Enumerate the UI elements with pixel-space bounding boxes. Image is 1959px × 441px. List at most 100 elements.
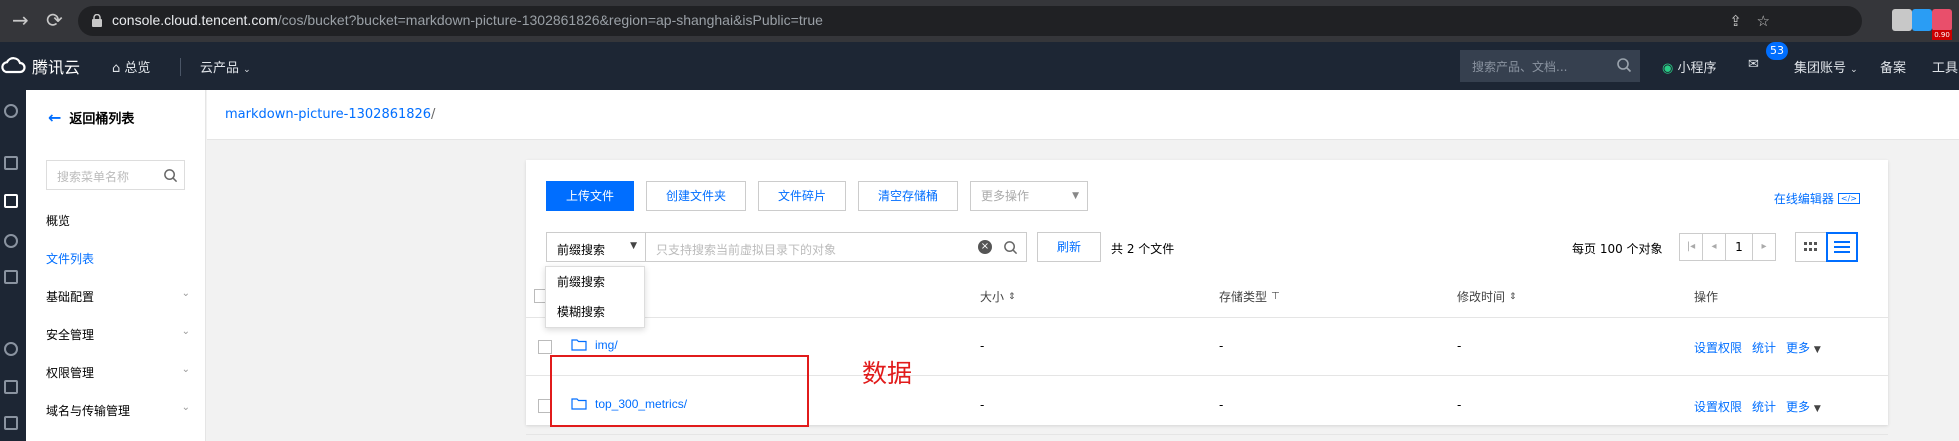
stats-link[interactable]: 统计 [1752, 398, 1776, 415]
globe-icon[interactable] [4, 234, 18, 248]
bookmark-star-icon[interactable]: ☆ [1757, 12, 1770, 30]
next-page-icon[interactable]: ▸ [1752, 233, 1776, 261]
filing-link[interactable]: 备案 [1880, 57, 1906, 76]
chevron-down-icon: ⌄ [181, 288, 190, 299]
tools-link[interactable]: 工具 [1932, 57, 1958, 76]
caret-down-icon: ▼ [1072, 191, 1079, 201]
file-count: 共 2 个文件 [1111, 242, 1175, 256]
settings-icon[interactable] [4, 416, 18, 430]
refresh-button[interactable]: 刷新 [1037, 232, 1101, 262]
product-icon[interactable] [4, 104, 18, 118]
share-icon[interactable]: ⇪ [1729, 12, 1742, 30]
reload-icon[interactable]: ⟳ [46, 10, 63, 30]
sidebar-item-security[interactable]: 安全管理 ⌄ [46, 326, 190, 343]
forward-arrow-icon[interactable]: → [12, 10, 29, 30]
search-mode-dropdown: 前缀搜索 模糊搜索 [545, 266, 645, 328]
folder-name: img/ [595, 338, 618, 352]
logo-text: 腾讯云 [32, 58, 81, 77]
back-to-bucket-list[interactable]: ← 返回桶列表 [48, 108, 134, 127]
home-icon: ⌂ [112, 61, 125, 76]
mini-program-link[interactable]: ◉ 小程序 [1662, 57, 1717, 76]
size-cell: - [980, 398, 985, 412]
option-fuzzy-search[interactable]: 模糊搜索 [546, 297, 644, 327]
mini-program-label: 小程序 [1677, 61, 1717, 76]
storage-cell: - [1219, 398, 1224, 412]
sidebar-item-permissions[interactable]: 权限管理 ⌄ [46, 364, 190, 381]
extension-icon[interactable] [1912, 9, 1932, 31]
more-label: 更多 [1786, 400, 1811, 414]
create-folder-button[interactable]: 创建文件夹 [646, 181, 746, 211]
sidebar-item-overview[interactable]: 概览 [46, 212, 190, 229]
more-menu[interactable]: 更多 ▼ [1786, 398, 1821, 415]
global-search-input[interactable]: 搜索产品、文档... [1460, 50, 1640, 82]
first-page-icon[interactable]: |◂ [1679, 233, 1703, 261]
chevron-down-icon: ⌄ [181, 326, 190, 337]
caret-down-icon: ▼ [1813, 345, 1821, 355]
sidebar-item-basic-config[interactable]: 基础配置 ⌄ [46, 288, 190, 305]
header-size[interactable]: 大小 ⇕ [980, 288, 1016, 305]
address-bar[interactable]: console.cloud.tencent.com/cos/bucket?buc… [78, 6, 1862, 36]
account-menu[interactable]: 集团账号 ⌄ [1794, 57, 1858, 76]
stats-link[interactable]: 统计 [1752, 339, 1776, 356]
set-permission-link[interactable]: 设置权限 [1694, 398, 1742, 415]
chevron-down-icon: ⌄ [243, 65, 251, 75]
search-mode-select[interactable]: 前缀搜索 ▼ [546, 232, 646, 262]
signal-icon[interactable] [4, 342, 18, 356]
cat-extension-icon[interactable] [1932, 9, 1952, 31]
header-modified-label: 修改时间 [1457, 290, 1506, 304]
folder-icon [571, 339, 587, 351]
file-fragments-button[interactable]: 文件碎片 [758, 181, 846, 211]
row-checkbox[interactable] [538, 340, 552, 354]
caret-down-icon: ▼ [1813, 404, 1821, 414]
overview-link[interactable]: ⌂ 总览 [112, 57, 150, 76]
object-search-placeholder: 只支持搜索当前虚拟目录下的对象 [656, 243, 837, 257]
search-mode-value: 前缀搜索 [557, 243, 606, 257]
clear-icon[interactable]: × [978, 240, 992, 254]
header-modified[interactable]: 修改时间 ⇕ [1457, 288, 1517, 305]
search-icon[interactable] [163, 168, 178, 183]
grid-icon[interactable] [4, 156, 18, 170]
search-icon[interactable] [1616, 57, 1632, 73]
tencent-cloud-logo[interactable]: 腾讯云 [0, 54, 80, 78]
mail-icon[interactable]: ✉ [1748, 57, 1759, 72]
list-view-icon[interactable] [1826, 232, 1858, 262]
object-search-input[interactable]: 只支持搜索当前虚拟目录下的对象 × [645, 232, 1027, 262]
url-text: console.cloud.tencent.com/cos/bucket?buc… [112, 12, 823, 28]
message-count-badge: 53 [1766, 42, 1788, 60]
search-placeholder: 搜索产品、文档... [1472, 60, 1568, 74]
search-icon[interactable] [1003, 240, 1018, 255]
sidebar-item-file-list[interactable]: 文件列表 [46, 250, 190, 267]
more-operations-select[interactable]: 更多操作 ▼ [970, 181, 1088, 211]
products-menu[interactable]: 云产品 ⌄ [200, 57, 251, 76]
translate-extension-icon[interactable] [1892, 9, 1912, 31]
empty-bucket-button[interactable]: 清空存储桶 [858, 181, 958, 211]
back-label: 返回桶列表 [69, 112, 135, 127]
breadcrumb-bucket-link[interactable]: markdown-picture-1302861826 [225, 107, 431, 122]
console-topbar: 腾讯云 ⌂ 总览 云产品 ⌄ 搜索产品、文档... ◉ 小程序 ✉ 53 集团账… [0, 42, 1959, 90]
sidebar-item-domain-transfer[interactable]: 域名与传输管理 ⌄ [46, 402, 190, 419]
more-operations-label: 更多操作 [981, 189, 1030, 203]
header-storage-type[interactable]: 存储类型 ⊤ [1219, 288, 1280, 305]
set-permission-link[interactable]: 设置权限 [1694, 339, 1742, 356]
sort-icon: ⇕ [1509, 291, 1517, 302]
header-size-label: 大小 [980, 290, 1005, 304]
folder-link[interactable]: img/ [571, 338, 618, 352]
option-prefix-search[interactable]: 前缀搜索 [546, 267, 644, 297]
prev-page-icon[interactable]: ◂ [1702, 233, 1726, 261]
header-storage-label: 存储类型 [1219, 290, 1268, 304]
chevron-down-icon: ⌄ [181, 364, 190, 375]
list-icon[interactable] [4, 380, 18, 394]
products-label: 云产品 [200, 61, 240, 76]
list-lines-icon [1834, 241, 1850, 253]
bucket-icon[interactable] [4, 194, 18, 208]
grid-view-icon[interactable] [1795, 232, 1827, 262]
more-menu[interactable]: 更多 ▼ [1786, 339, 1821, 356]
online-editor-link[interactable]: 在线编辑器 </> [1774, 190, 1860, 207]
sidebar-item-label: 文件列表 [46, 252, 95, 266]
menu-search-input[interactable]: 搜索菜单名称 [46, 160, 185, 190]
page-number-input[interactable]: 1 [1725, 233, 1753, 261]
upload-file-button[interactable]: 上传文件 [546, 181, 634, 211]
box-icon[interactable] [4, 270, 18, 284]
sidebar-item-label: 安全管理 [46, 328, 95, 342]
row-actions: 设置权限 统计 更多 ▼ [1694, 339, 1821, 356]
